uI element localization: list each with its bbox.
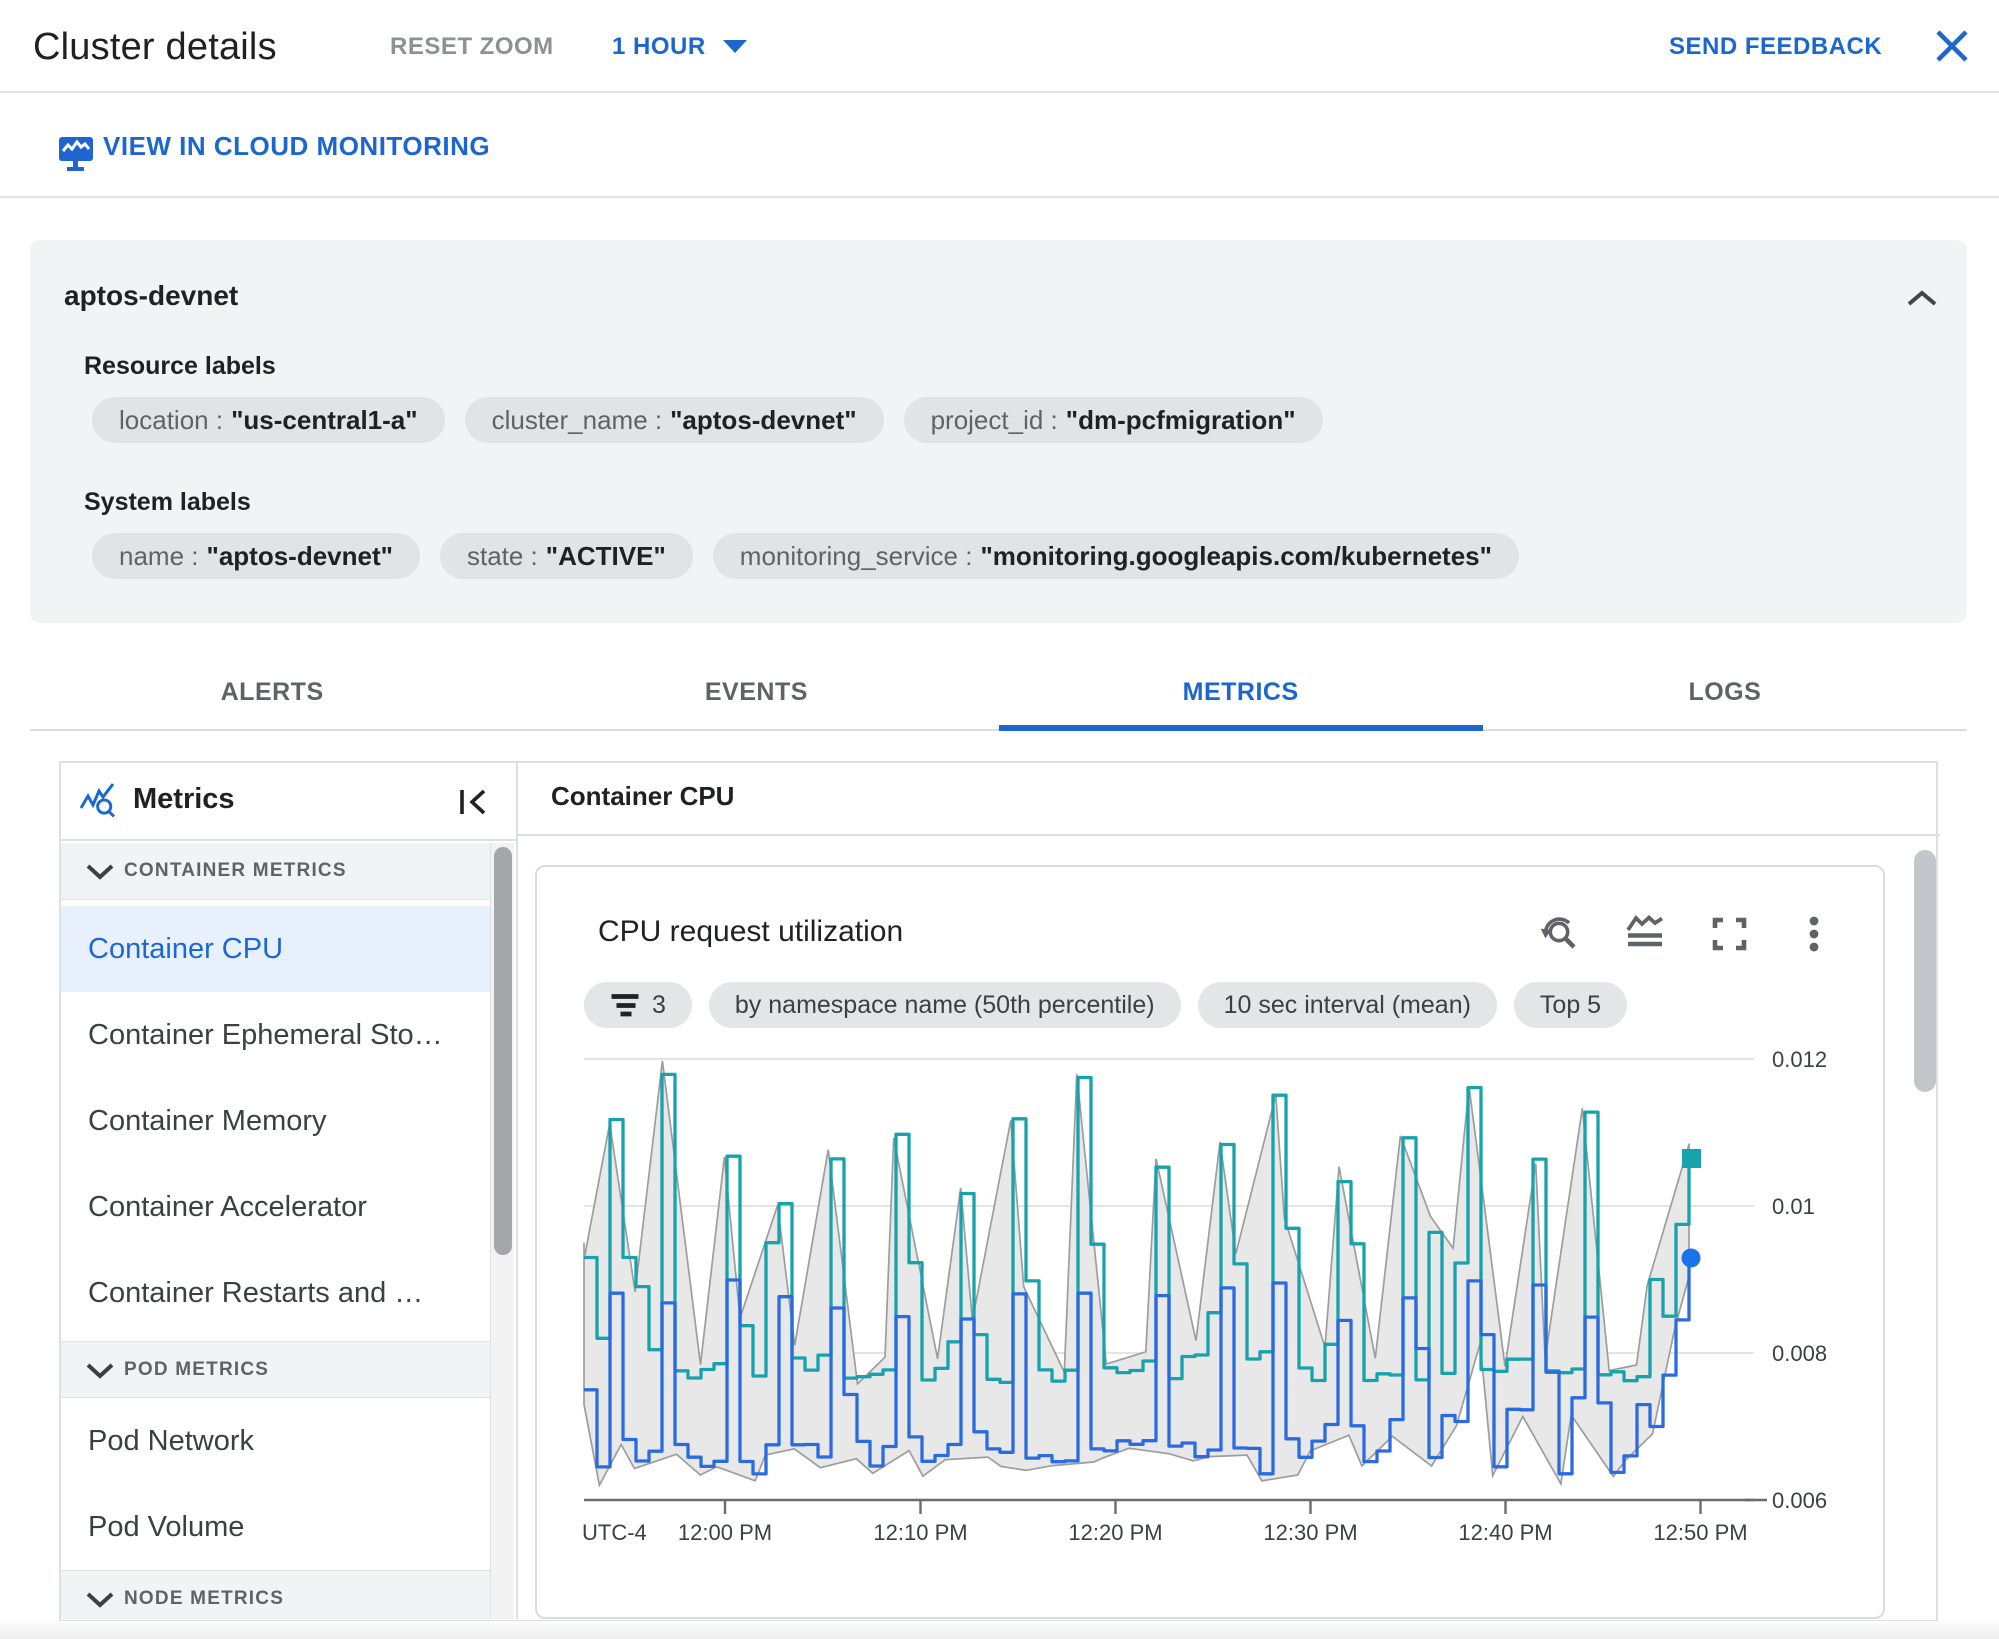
- svg-text:12:30 PM: 12:30 PM: [1263, 1520, 1357, 1545]
- svg-text:12:00 PM: 12:00 PM: [678, 1520, 772, 1545]
- svg-text:12:50 PM: 12:50 PM: [1653, 1520, 1747, 1545]
- svg-text:0.008: 0.008: [1772, 1341, 1827, 1366]
- svg-text:12:20 PM: 12:20 PM: [1068, 1520, 1162, 1545]
- svg-text:0.006: 0.006: [1772, 1488, 1827, 1513]
- svg-text:UTC-4: UTC-4: [582, 1520, 647, 1545]
- svg-text:12:40 PM: 12:40 PM: [1458, 1520, 1552, 1545]
- svg-text:0.012: 0.012: [1772, 1047, 1827, 1072]
- svg-text:12:10 PM: 12:10 PM: [873, 1520, 967, 1545]
- svg-text:0.01: 0.01: [1772, 1194, 1815, 1219]
